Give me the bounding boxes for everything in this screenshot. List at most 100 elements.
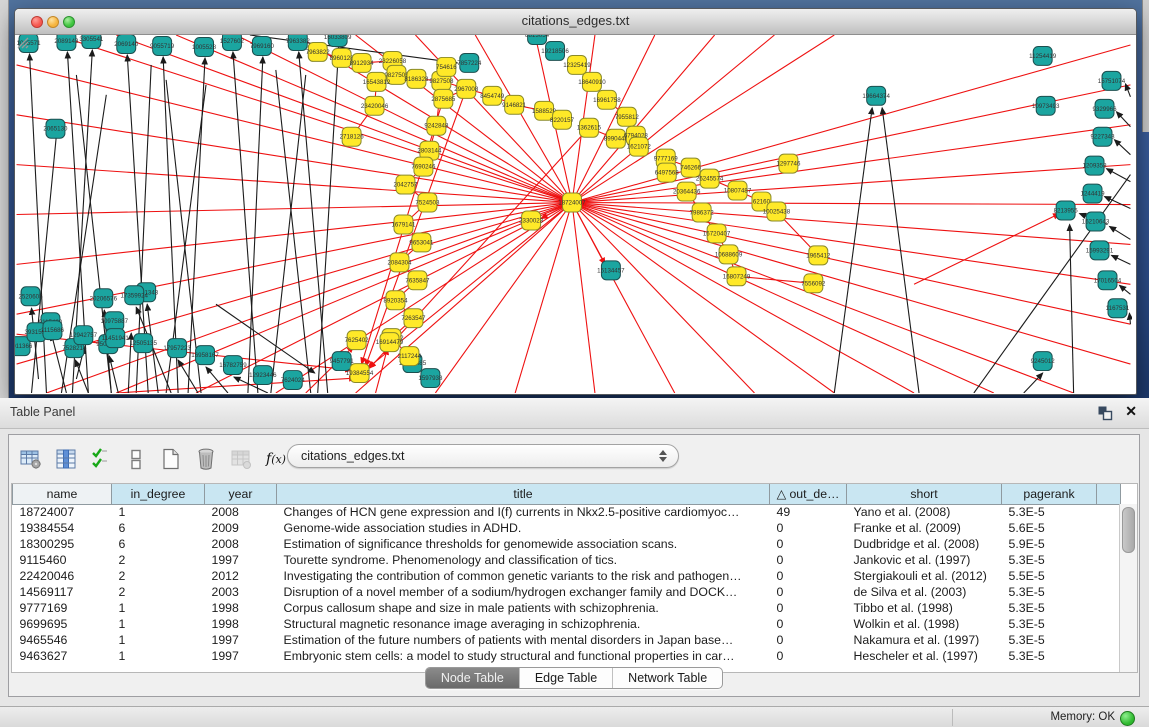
network-node[interactable]: 2520605 (19, 287, 44, 306)
column-header-name[interactable]: name (13, 484, 112, 504)
close-panel-icon[interactable]: ✕ (1125, 403, 1137, 420)
table-row[interactable]: 946554611997Estimation of the future num… (13, 632, 1121, 648)
network-node[interactable]: 6497568 (655, 163, 680, 182)
table-row[interactable]: 969969511998Structural magnetic resonanc… (13, 616, 1121, 632)
network-node[interactable]: 9242848 (424, 116, 449, 135)
table-cell[interactable]: 9777169 (13, 600, 112, 616)
clear-selection-icon[interactable] (122, 445, 150, 473)
select-column-icon[interactable] (52, 445, 80, 473)
table-cell[interactable]: 5.3E-5 (1002, 648, 1097, 664)
tab-node-table[interactable]: Node Table (426, 668, 519, 688)
network-node[interactable]: 9146821 (502, 95, 527, 114)
table-cell[interactable]: 19384554 (13, 520, 112, 536)
table-cell[interactable] (1097, 584, 1121, 600)
network-node[interactable]: 7625402 (345, 331, 370, 350)
column-header-year[interactable]: year (205, 484, 277, 504)
table-cell[interactable]: Disruption of a novel member of a sodium… (277, 584, 770, 600)
network-node[interactable]: 15751074 (1098, 71, 1126, 90)
table-cell[interactable]: 5.3E-5 (1002, 616, 1097, 632)
network-node[interactable]: 2042757 (393, 175, 418, 194)
table-cell[interactable]: 0 (770, 632, 847, 648)
table-cell[interactable]: 2 (112, 584, 205, 600)
table-cell[interactable]: Stergiakouli et al. (2012) (847, 568, 1002, 584)
network-node[interactable]: 2069140 (114, 35, 139, 53)
network-node[interactable]: 10807487 (724, 181, 752, 200)
network-node[interactable]: 18640910 (578, 72, 606, 91)
table-cell[interactable]: 49 (770, 504, 847, 520)
table-cell[interactable]: Dudbridge et al. (2008) (847, 536, 1002, 552)
table-cell[interactable]: Structural magnetic resonance image aver… (277, 616, 770, 632)
network-node[interactable]: 2117244 (398, 347, 422, 366)
network-node[interactable]: 9653041 (409, 233, 434, 252)
network-node[interactable]: 746266 (680, 158, 701, 177)
network-node[interactable]: 1297746 (776, 154, 801, 173)
tab-network-table[interactable]: Network Table (612, 668, 722, 688)
table-cell[interactable]: 0 (770, 584, 847, 600)
table-cell[interactable]: 1998 (205, 600, 277, 616)
network-node[interactable]: 7524503 (415, 193, 440, 212)
table-row[interactable]: 1872400712008Changes of HCN gene express… (13, 504, 1121, 520)
table-row[interactable]: 1938455462009Genome-wide association stu… (13, 520, 1121, 536)
table-cell[interactable]: 0 (770, 552, 847, 568)
table-row[interactable]: 946362711997Embryonic stem cells: a mode… (13, 648, 1121, 664)
float-panel-icon[interactable] (1097, 405, 1113, 421)
window-titlebar[interactable]: citations_edges.txt (15, 9, 1136, 35)
network-node[interactable]: 7635847 (405, 271, 430, 290)
table-cell[interactable] (1097, 632, 1121, 648)
network-node[interactable]: 2065130 (43, 119, 68, 138)
network-node[interactable]: 754616 (436, 57, 457, 76)
network-node[interactable]: 11451941 (102, 329, 130, 348)
table-cell[interactable]: Franke et al. (2009) (847, 520, 1002, 536)
network-node[interactable]: 2089143 (54, 35, 79, 50)
network-node[interactable]: 7955812 (615, 107, 640, 126)
table-cell[interactable]: Jankovic et al. (1997) (847, 552, 1002, 568)
table-row[interactable]: 911546021997Tourette syndrome. Phenomeno… (13, 552, 1121, 568)
network-node[interactable]: 1527602 (220, 35, 245, 50)
table-cell[interactable]: 1997 (205, 648, 277, 664)
network-node[interactable]: 16210643 (1082, 212, 1110, 231)
table-row[interactable]: 1456911722003Disruption of a novel membe… (13, 584, 1121, 600)
network-node[interactable]: 17016504 (1094, 271, 1122, 290)
column-header-in_degree[interactable]: in_degree (112, 484, 205, 504)
table-cell[interactable]: Nakamura et al. (1997) (847, 632, 1002, 648)
table-cell[interactable] (1097, 616, 1121, 632)
select-all-icon[interactable] (87, 445, 115, 473)
table-cell[interactable]: 6 (112, 536, 205, 552)
column-header-out_de[interactable]: △ out_de… (770, 484, 847, 504)
table-cell[interactable] (1097, 648, 1121, 664)
table-cell[interactable] (1097, 536, 1121, 552)
network-node[interactable]: 1244419 (1081, 184, 1106, 203)
table-cell[interactable]: de Silva et al. (2003) (847, 584, 1002, 600)
network-node[interactable]: 15993291 (1086, 241, 1114, 260)
table-cell[interactable]: 5.3E-5 (1002, 632, 1097, 648)
network-node[interactable]: 7969160 (250, 36, 275, 55)
table-cell[interactable]: 1 (112, 648, 205, 664)
table-cell[interactable]: 2003 (205, 584, 277, 600)
network-node[interactable]: 2330023 (519, 211, 544, 230)
table-cell[interactable] (1097, 568, 1121, 584)
network-node[interactable]: 16958167 (191, 346, 219, 365)
network-node[interactable]: 23420046 (361, 96, 389, 115)
network-node[interactable]: 2084304 (387, 253, 412, 272)
table-cell[interactable]: 2008 (205, 536, 277, 552)
network-node[interactable]: 3305541 (79, 35, 104, 48)
network-node[interactable]: 16961758 (593, 90, 621, 109)
network-node[interactable]: 12325419 (563, 55, 591, 74)
table-cell[interactable]: 5.9E-5 (1002, 536, 1097, 552)
node-table-header[interactable]: namein_degreeyeartitle△ out_de…shortpage… (13, 484, 1121, 504)
table-cell[interactable]: Wolkin et al. (1998) (847, 616, 1002, 632)
table-cell[interactable]: 9115460 (13, 552, 112, 568)
network-node[interactable]: 10973493 (1032, 96, 1060, 115)
table-cell[interactable]: Corpus callosum shape and size in male p… (277, 600, 770, 616)
table-cell[interactable]: Yano et al. (2008) (847, 504, 1002, 520)
network-node[interactable]: 11254419 (1029, 46, 1057, 65)
table-cell[interactable]: 5.6E-5 (1002, 520, 1097, 536)
network-node[interactable]: 7690246 (411, 157, 436, 176)
network-node[interactable]: 7963822 (306, 42, 331, 61)
column-header-title[interactable]: title (277, 484, 770, 504)
network-node[interactable]: 7556092 (801, 274, 826, 293)
scrollbar-thumb[interactable] (1122, 507, 1135, 553)
table-cell[interactable]: 18300295 (13, 536, 112, 552)
network-node[interactable]: 9329966 (1093, 99, 1118, 118)
column-header-filler[interactable] (1097, 484, 1121, 504)
